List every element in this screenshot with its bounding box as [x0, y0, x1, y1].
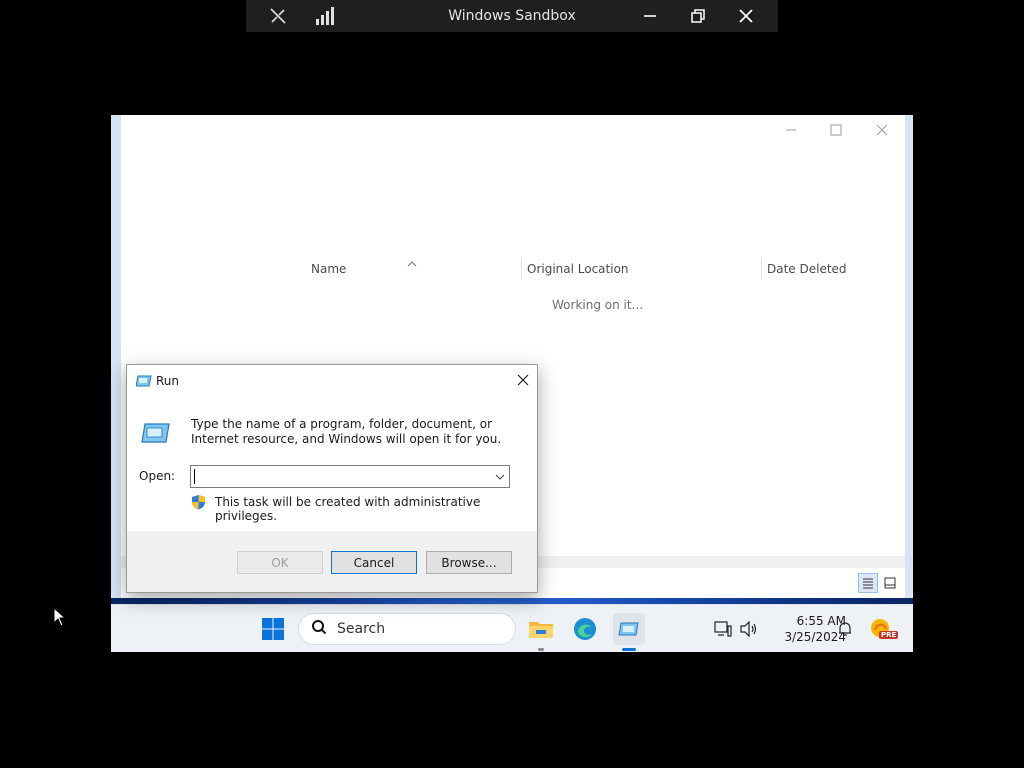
taskbar: Search 6:55 AM 3/25/2024 PRE [111, 604, 913, 652]
tiles-view-icon[interactable] [880, 573, 900, 593]
volume-icon[interactable] [737, 613, 761, 645]
column-header-date-deleted[interactable]: Date Deleted [767, 262, 847, 276]
window-maximize-icon[interactable] [813, 119, 859, 141]
windows-start-icon[interactable] [257, 613, 289, 645]
edge-browser-icon[interactable] [569, 613, 601, 645]
search-icon [311, 619, 327, 639]
active-indicator [622, 648, 636, 651]
run-title-icon [135, 373, 152, 392]
minimize-icon[interactable] [630, 0, 670, 32]
cancel-button[interactable]: Cancel [331, 551, 417, 574]
run-close-icon[interactable] [511, 369, 535, 391]
taskbar-search-box[interactable]: Search [298, 613, 516, 645]
restore-icon[interactable] [678, 0, 718, 32]
file-explorer-icon[interactable] [525, 613, 557, 645]
column-separator [761, 258, 762, 280]
window-minimize-icon[interactable] [768, 119, 814, 141]
network-icon[interactable] [711, 613, 735, 645]
column-header-original-location[interactable]: Original Location [527, 262, 629, 276]
run-dialog: Run Type the name of a program, folder, … [126, 364, 538, 593]
run-description: Type the name of a program, folder, docu… [191, 417, 502, 446]
mouse-cursor-icon [53, 606, 67, 631]
admin-privileges-note: This task will be created with administr… [215, 495, 481, 523]
open-combobox[interactable] [190, 465, 510, 488]
sandbox-title-bar: Windows Sandbox [246, 0, 778, 32]
loading-status-text: Working on it... [552, 298, 644, 312]
sort-ascending-icon [407, 252, 417, 271]
column-separator [521, 258, 522, 280]
copilot-preview-icon[interactable]: PRE [867, 613, 899, 645]
browse-button[interactable]: Browse... [426, 551, 512, 574]
run-dialog-title: Run [156, 374, 180, 388]
running-indicator [538, 648, 544, 651]
open-label: Open: [139, 469, 176, 483]
chevron-down-icon[interactable] [493, 469, 507, 484]
window-close-icon[interactable] [859, 119, 905, 141]
text-caret [194, 469, 195, 484]
run-program-icon [141, 421, 171, 449]
close-icon[interactable] [726, 0, 766, 32]
details-view-icon[interactable] [858, 573, 878, 593]
ok-button[interactable]: OK [237, 551, 323, 574]
search-label: Search [337, 621, 386, 637]
open-input[interactable] [192, 467, 488, 486]
run-app-taskbar-icon[interactable] [613, 613, 645, 645]
copilot-pre-badge: PRE [879, 631, 899, 639]
uac-shield-icon [191, 494, 206, 514]
column-header-name[interactable]: Name [311, 262, 346, 276]
notification-bell-icon[interactable] [833, 613, 857, 645]
